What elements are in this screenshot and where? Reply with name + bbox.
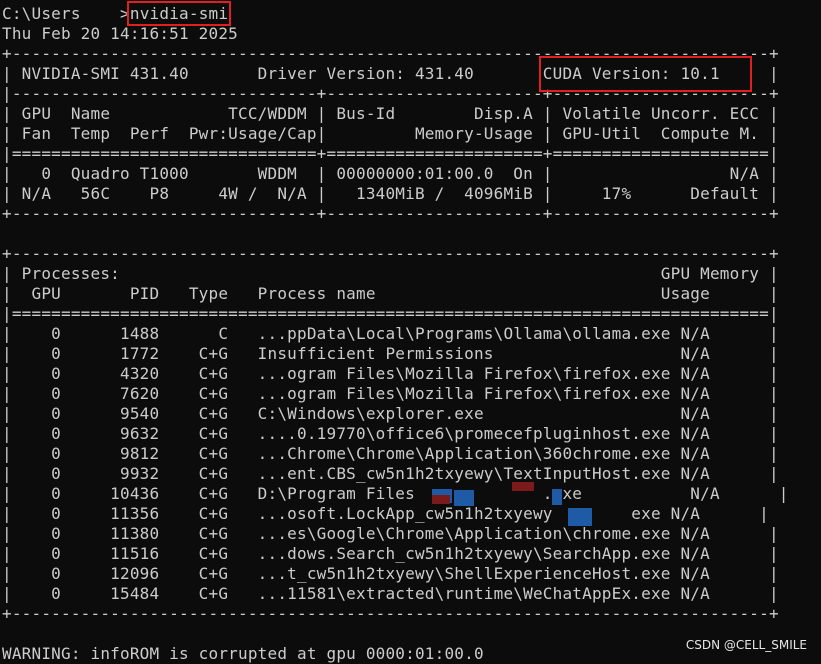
command-text: nvidia-smi — [126, 1, 232, 26]
table-line: +---------------------------------------… — [2, 244, 779, 263]
table-line: | 0 9932 C+G ...ent.CBS_cw5n1h2txyewy\Te… — [2, 464, 779, 483]
cuda-version-highlight — [539, 56, 752, 92]
table-line: | 0 9632 C+G ....0.19770\office6\promece… — [2, 424, 779, 443]
table-line: | GPU PID Type Process name Usage | — [2, 284, 779, 303]
table-line: | 0 4320 C+G ...ogram Files\Mozilla Fire… — [2, 364, 779, 383]
table-line: | GPU Name TCC/WDDM | Bus-Id Disp.A | Vo… — [2, 104, 779, 123]
table-line: | 0 11356 C+G ...osoft.LockApp_cw5n1h2tx… — [2, 504, 769, 523]
csdn-watermark: CSDN @CELL_SMILE — [685, 638, 807, 652]
table-line: | 0 11380 C+G ...es\Google\Chrome\Applic… — [2, 524, 779, 543]
warning-line: WARNING: infoROM is corrupted at gpu 000… — [2, 644, 484, 663]
table-line: | 0 7620 C+G ...ogram Files\Mozilla Fire… — [2, 384, 779, 403]
terminal-output: C:\Users >nvidia-smi Thu Feb 20 14:16:51 … — [2, 1, 789, 664]
table-line: +-------------------------------+-------… — [2, 204, 779, 223]
table-line: | 0 15484 C+G ...11581\extracted\runtime… — [2, 584, 779, 603]
redaction-red-2 — [512, 482, 534, 491]
table-line — [2, 224, 789, 244]
table-line: | 0 Quadro T1000 WDDM | 00000000:01:00.0… — [2, 164, 779, 183]
prompt-caret: > — [120, 4, 130, 23]
nvidia-smi-table: +---------------------------------------… — [2, 44, 789, 624]
redaction-blue-4 — [568, 508, 592, 526]
table-line: | 0 9540 C+G C:\Windows\explorer.exe N/A… — [2, 404, 779, 423]
table-line: | 0 10436 C+G D:\Program Files .exe N/A … — [2, 484, 789, 503]
table-line: +---------------------------------------… — [2, 604, 779, 623]
timestamp-line: Thu Feb 20 14:16:51 2025 — [2, 24, 238, 43]
table-line: | 0 9812 C+G ...Chrome\Chrome\Applicatio… — [2, 444, 779, 463]
redaction-blue-3 — [552, 489, 562, 505]
table-line: | 0 11516 C+G ...dows.Search_cw5n1h2txye… — [2, 544, 779, 563]
table-line: | 0 12096 C+G ...t_cw5n1h2txyewy\ShellEx… — [2, 564, 779, 583]
redaction-blue-2 — [454, 490, 474, 506]
table-line: | Fan Temp Perf Pwr:Usage/Cap| Memory-Us… — [2, 124, 779, 143]
redaction-red-1 — [432, 495, 450, 504]
prompt-redacted-user — [81, 4, 120, 23]
prompt-line: C:\Users >nvidia-smi — [2, 1, 789, 26]
table-line: |===============================+=======… — [2, 144, 779, 163]
table-line: | Processes: GPU Memory | — [2, 264, 779, 283]
prompt-path: C:\Users — [2, 4, 81, 23]
table-line: | 0 1488 C ...ppData\Local\Programs\Olla… — [2, 324, 779, 343]
table-line: | N/A 56C P8 4W / N/A | 1340MiB / 4096Mi… — [2, 184, 779, 203]
table-line: | 0 1772 C+G Insufficient Permissions N/… — [2, 344, 779, 363]
table-line: |=======================================… — [2, 304, 779, 323]
